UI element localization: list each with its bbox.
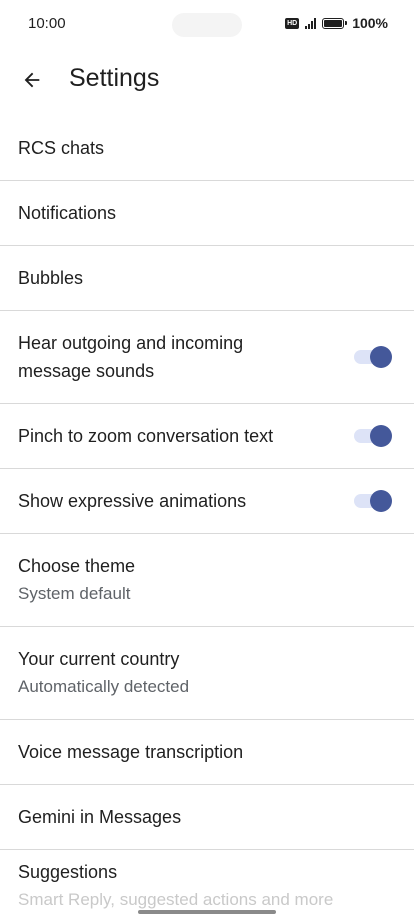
status-bar: 10:00 HD 100% <box>0 0 414 48</box>
toggle-thumb <box>370 425 392 447</box>
setting-title: Choose theme <box>18 556 136 576</box>
app-bar: Settings <box>0 52 414 108</box>
setting-subtitle: Automatically detected <box>18 677 190 696</box>
back-button[interactable] <box>14 62 50 98</box>
setting-title: Gemini in Messages <box>18 807 182 827</box>
settings-list: RCS chats Notifications Bubbles Hear out… <box>0 116 414 924</box>
setting-choose-theme[interactable]: Choose theme System default <box>0 534 414 627</box>
hd-icon: HD <box>285 17 300 29</box>
arrow-back-icon <box>24 72 40 88</box>
setting-title: Suggestions <box>18 862 118 882</box>
page-title: Settings <box>69 64 160 92</box>
setting-title: RCS chats <box>18 138 105 158</box>
setting-rcs-chats[interactable]: RCS chats <box>0 116 414 181</box>
setting-gemini[interactable]: Gemini in Messages <box>0 785 414 850</box>
message-sounds-toggle[interactable] <box>354 346 392 368</box>
setting-subtitle: System default <box>18 584 131 603</box>
setting-notifications[interactable]: Notifications <box>0 181 414 246</box>
pinch-zoom-toggle[interactable] <box>354 425 392 447</box>
setting-pinch-zoom[interactable]: Pinch to zoom conversation text <box>0 404 414 469</box>
setting-title: Notifications <box>18 203 117 223</box>
setting-title: Hear outgoing and incoming message sound… <box>18 333 244 381</box>
battery-percent: 100% <box>352 15 388 31</box>
setting-current-country[interactable]: Your current country Automatically detec… <box>0 627 414 720</box>
toggle-thumb <box>370 346 392 368</box>
setting-message-sounds[interactable]: Hear outgoing and incoming message sound… <box>0 311 414 404</box>
setting-expressive-animations[interactable]: Show expressive animations <box>0 469 414 534</box>
status-time: 10:00 <box>28 15 66 32</box>
setting-title: Show expressive animations <box>18 491 247 511</box>
status-icons: HD 100% <box>285 15 388 31</box>
camera-cutout <box>172 13 242 37</box>
expressive-animations-toggle[interactable] <box>354 490 392 512</box>
setting-title: Voice message transcription <box>18 742 244 762</box>
setting-title: Bubbles <box>18 268 84 288</box>
signal-icon <box>305 17 317 29</box>
setting-title: Your current country <box>18 649 180 669</box>
toggle-thumb <box>370 490 392 512</box>
setting-title: Pinch to zoom conversation text <box>18 426 274 446</box>
setting-bubbles[interactable]: Bubbles <box>0 246 414 311</box>
home-indicator[interactable] <box>138 910 276 914</box>
setting-voice-transcription[interactable]: Voice message transcription <box>0 720 414 785</box>
battery-icon <box>322 17 348 29</box>
settings-screen: 10:00 HD 100% Settings RCS chats Notific… <box>0 0 414 924</box>
